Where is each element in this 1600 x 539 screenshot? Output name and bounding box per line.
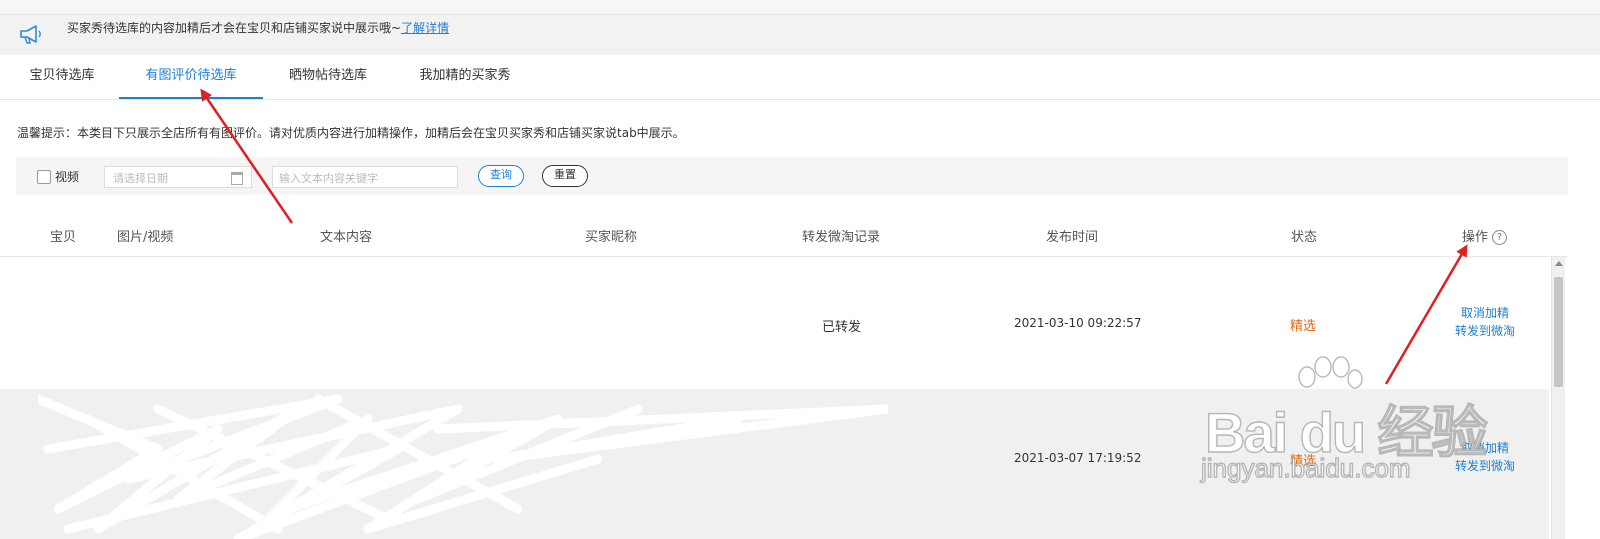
help-icon[interactable]: ? <box>1492 230 1508 245</box>
notice-message: 买家秀待选库的内容加精后才会在宝贝和店铺买家说中展示哦~ <box>67 21 402 35</box>
cancel-featured-link[interactable]: 取消加精 <box>1452 304 1518 322</box>
status-badge: 精选 <box>1290 454 1317 469</box>
scroll-thumb[interactable] <box>1554 277 1563 387</box>
reset-button[interactable]: 重置 <box>542 165 588 187</box>
notice-text: 买家秀待选库的内容加精后才会在宝贝和店铺买家说中展示哦~了解详情 <box>67 20 449 36</box>
calendar-icon[interactable] <box>231 172 243 185</box>
header-action: 操作? <box>1462 226 1508 245</box>
keyword-input[interactable]: 输入文本内容关键字 <box>272 166 458 188</box>
tip-text: 温馨提示：本类目下只展示全店所有有图评价。请对优质内容进行加精操作，加精后会在宝… <box>17 126 685 140</box>
megaphone-icon <box>20 25 41 44</box>
cancel-featured-link[interactable]: 取消加精 <box>1452 439 1518 457</box>
header-text-content: 文本内容 <box>320 230 373 245</box>
header-item: 宝贝 <box>50 230 77 245</box>
header-status: 状态 <box>1291 230 1318 245</box>
forward-status: 已转发 <box>822 320 862 335</box>
learn-more-link[interactable]: 了解详情 <box>401 21 449 35</box>
table-scrollbar[interactable] <box>1551 257 1565 539</box>
tab-bar: 宝贝待选库 有图评价待选库 晒物帖待选库 我加精的买家秀 <box>0 57 1600 100</box>
notice-bar: 买家秀待选库的内容加精后才会在宝贝和店铺买家说中展示哦~了解详情 <box>0 15 1600 55</box>
date-placeholder: 请选择日期 <box>113 172 168 185</box>
tab-item-pool[interactable]: 宝贝待选库 <box>17 57 107 97</box>
header-action-label: 操作 <box>1462 230 1489 245</box>
tab-showoff-post-pool[interactable]: 晒物帖待选库 <box>275 57 381 97</box>
filter-bar: 视频 请选择日期 输入文本内容关键字 查询 重置 <box>16 157 1568 195</box>
keyword-placeholder: 输入文本内容关键字 <box>279 172 378 185</box>
tab-my-featured[interactable]: 我加精的买家秀 <box>407 57 523 97</box>
publish-time: 2021-03-07 17:19:52 <box>1014 451 1142 465</box>
tab-photo-review-pool[interactable]: 有图评价待选库 <box>119 57 263 99</box>
redaction-scribble <box>38 394 888 539</box>
video-checkbox-label[interactable]: 视频 <box>55 168 79 185</box>
table-header: 宝贝 图片/视频 文本内容 买家昵称 转发微淘记录 发布时间 状态 操作? <box>0 212 1568 257</box>
scroll-up-arrow-icon[interactable] <box>1555 261 1563 266</box>
forward-to-weitao-link[interactable]: 转发到微淘 <box>1452 457 1518 475</box>
status-badge: 精选 <box>1290 319 1317 334</box>
publish-time: 2021-03-10 09:22:57 <box>1014 316 1142 330</box>
forward-to-weitao-link[interactable]: 转发到微淘 <box>1452 322 1518 340</box>
table-row: 已转发 2021-03-10 09:22:57 精选 取消加精 转发到微淘 <box>0 257 1549 389</box>
query-button[interactable]: 查询 <box>478 165 524 187</box>
video-checkbox[interactable] <box>37 170 51 184</box>
header-publish-time: 发布时间 <box>1046 230 1099 245</box>
top-border <box>0 0 1600 15</box>
header-forward-record: 转发微淘记录 <box>802 230 881 245</box>
header-buyer-nickname: 买家昵称 <box>585 230 638 245</box>
header-media: 图片/视频 <box>117 230 174 245</box>
date-picker-input[interactable]: 请选择日期 <box>104 166 252 188</box>
